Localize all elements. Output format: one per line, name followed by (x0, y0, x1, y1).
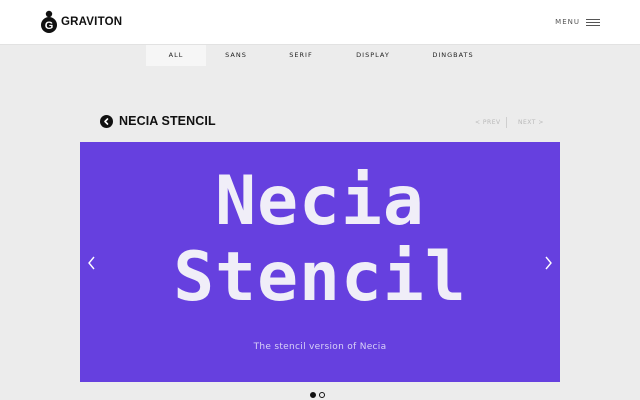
tab-dingbats[interactable]: DINGBATS (426, 45, 480, 66)
back-button[interactable] (100, 115, 113, 128)
menu-label: MENU (555, 18, 580, 26)
slide-heading-line2: Stencil (173, 238, 467, 317)
menu-button[interactable]: MENU (555, 16, 600, 28)
site-header: G GRAVITON MENU (0, 0, 640, 45)
tab-serif[interactable]: SERIF (281, 45, 321, 66)
site-logo[interactable]: G GRAVITON (40, 10, 122, 34)
category-tabs: ALL SANS SERIF DISPLAY DINGBATS (0, 45, 640, 66)
slider-dot-1[interactable] (310, 392, 316, 398)
chevron-right-icon[interactable] (542, 255, 554, 271)
font-preview-slider: Necia Stencil The stencil version of Nec… (80, 142, 560, 382)
slider-pagination (310, 392, 328, 400)
tab-display[interactable]: DISPLAY (348, 45, 398, 66)
prev-link[interactable]: < PREV (475, 119, 501, 126)
slide-heading-line1: Necia (215, 162, 425, 241)
next-link[interactable]: NEXT > (518, 119, 544, 126)
logo-mark-letter: G (45, 20, 54, 32)
graviton-logo-icon: G (41, 10, 57, 33)
logo-text: GRAVITON (61, 16, 123, 28)
slider-dot-2[interactable] (319, 392, 325, 398)
pager-divider (506, 117, 507, 128)
hamburger-icon (586, 18, 600, 26)
back-arrow-icon (104, 118, 109, 125)
slide-caption: The stencil version of Necia (253, 342, 387, 352)
page-title: NECIA STENCIL (119, 114, 216, 128)
tab-sans[interactable]: SANS (216, 45, 256, 66)
tab-all[interactable]: ALL (146, 45, 206, 66)
